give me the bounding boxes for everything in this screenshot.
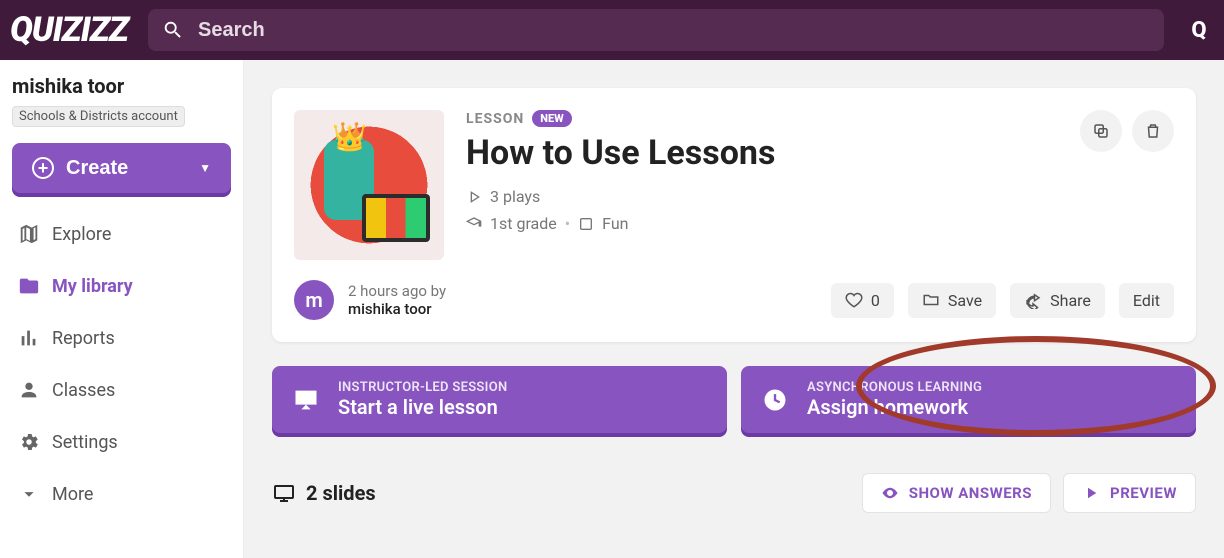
search-icon [162, 19, 184, 41]
sidebar-item-more[interactable]: More [12, 471, 231, 517]
map-icon [18, 223, 40, 245]
sidebar-item-label: Explore [52, 224, 111, 245]
author-avatar[interactable]: m [294, 280, 334, 320]
show-answers-button[interactable]: SHOW ANSWERS [862, 473, 1051, 513]
subject-icon [578, 216, 594, 232]
search-field[interactable] [148, 9, 1164, 51]
edit-label: Edit [1133, 291, 1160, 310]
assign-homework-button[interactable]: ASYNCHRONOUS LEARNING Assign homework [741, 366, 1196, 433]
folder-open-icon [18, 275, 40, 297]
folder-icon [922, 291, 940, 309]
lesson-kicker: LESSON [466, 111, 524, 127]
play-icon [466, 189, 482, 205]
like-count: 0 [871, 291, 880, 310]
new-badge: NEW [532, 110, 572, 127]
main-area: 👑 LESSON NEW How to Use Lessons 3 plays … [244, 60, 1224, 558]
start-live-lesson-button[interactable]: INSTRUCTOR-LED SESSION Start a live less… [272, 366, 727, 433]
cta-sub: ASYNCHRONOUS LEARNING [807, 380, 982, 395]
sidebar-item-label: Classes [52, 380, 115, 401]
search-input[interactable] [198, 19, 1150, 42]
gear-icon [18, 431, 40, 453]
plays-count: 3 plays [490, 187, 540, 206]
sidebar-item-label: More [52, 484, 93, 505]
account-type-badge: Schools & Districts account [12, 106, 185, 127]
sidebar-item-settings[interactable]: Settings [12, 419, 231, 465]
plus-icon: + [32, 157, 54, 179]
sidebar-item-explore[interactable]: Explore [12, 211, 231, 257]
delete-button[interactable] [1132, 110, 1174, 152]
chevron-down-icon: ▼ [199, 161, 211, 175]
heart-icon [845, 291, 863, 309]
chart-icon [18, 327, 40, 349]
separator-dot: • [565, 214, 570, 233]
q-badge-icon[interactable]: Q [1184, 15, 1214, 45]
lesson-title: How to Use Lessons [466, 133, 1058, 173]
cta-sub: INSTRUCTOR-LED SESSION [338, 380, 507, 395]
lesson-thumbnail: 👑 [294, 110, 444, 260]
created-ago: 2 hours ago by [348, 282, 446, 300]
sidebar-item-label: Settings [52, 432, 118, 453]
cta-label: Start a live lesson [338, 395, 507, 419]
slides-icon [272, 481, 296, 505]
play-icon [1082, 484, 1100, 502]
sidebar-item-reports[interactable]: Reports [12, 315, 231, 361]
top-bar: QUIZIZZ Q [0, 0, 1224, 60]
presentation-icon [292, 386, 320, 414]
clock-icon [761, 386, 789, 414]
trash-icon [1144, 122, 1162, 140]
copy-icon [1092, 122, 1110, 140]
slides-count: 2 slides [272, 481, 376, 505]
sidebar-item-label: My library [52, 276, 133, 297]
preview-button[interactable]: PREVIEW [1063, 473, 1196, 513]
share-icon [1024, 291, 1042, 309]
cta-label: Assign homework [807, 395, 982, 419]
brand-logo[interactable]: QUIZIZZ [10, 10, 128, 50]
preview-label: PREVIEW [1110, 484, 1177, 502]
eye-icon [881, 484, 899, 502]
like-button[interactable]: 0 [831, 283, 894, 318]
share-button[interactable]: Share [1010, 283, 1105, 318]
save-button[interactable]: Save [908, 283, 996, 318]
sidebar: mishika toor Schools & Districts account… [0, 60, 244, 558]
people-icon [18, 379, 40, 401]
author-name[interactable]: mishika toor [348, 300, 446, 318]
chevron-down-icon [18, 483, 40, 505]
subject-label: Fun [602, 214, 628, 233]
show-answers-label: SHOW ANSWERS [909, 484, 1032, 502]
slides-label: 2 slides [306, 481, 376, 505]
grade-label: 1st grade [490, 214, 557, 233]
create-button[interactable]: + Create ▼ [12, 143, 231, 193]
sidebar-item-classes[interactable]: Classes [12, 367, 231, 413]
sidebar-item-label: Reports [52, 328, 115, 349]
sidebar-item-my-library[interactable]: My library [12, 263, 231, 309]
user-name: mishika toor [12, 74, 231, 98]
edit-button[interactable]: Edit [1119, 283, 1174, 318]
save-label: Save [948, 291, 982, 310]
copy-button[interactable] [1080, 110, 1122, 152]
grade-icon [466, 216, 482, 232]
share-label: Share [1050, 291, 1091, 310]
create-label: Create [66, 157, 128, 180]
lesson-card: 👑 LESSON NEW How to Use Lessons 3 plays … [272, 88, 1196, 342]
